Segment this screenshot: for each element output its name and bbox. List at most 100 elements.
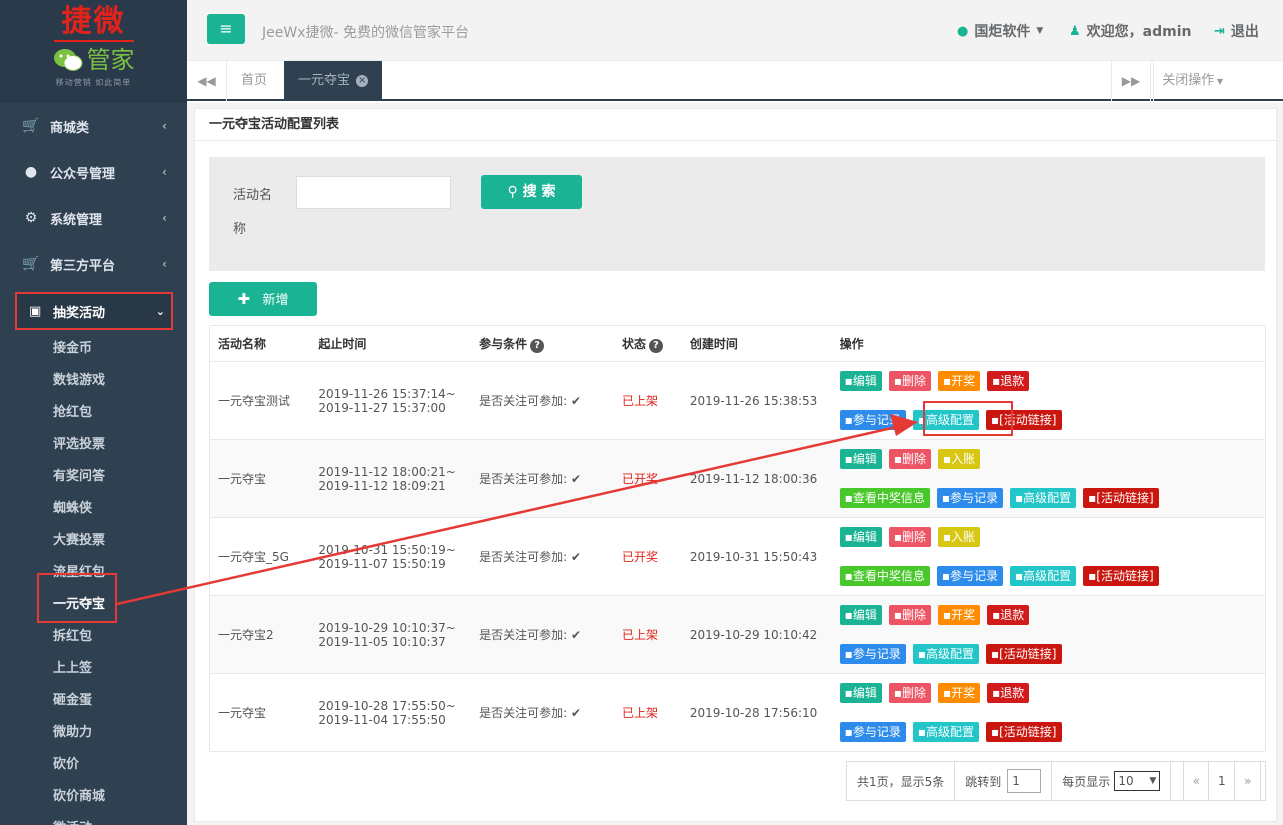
advanced-config-button[interactable]: ▪高级配置 [1009,566,1077,586]
delete-button[interactable]: ▪删除 [888,371,931,391]
delete-button[interactable]: ▪删除 [888,449,931,469]
annotation-highlight-box [923,401,1013,436]
refund-button[interactable]: ▪退款 [987,371,1030,391]
winners-button[interactable]: ▪查看中奖信息 [839,488,930,508]
edit-button[interactable]: ▪编辑 [839,527,882,547]
advanced-config-button[interactable]: ▪高级配置 [1009,488,1077,508]
per-page-label: 每页显示 [1062,774,1111,789]
sidebar-item[interactable]: 🛒 商城类 ‹ [0,103,187,149]
tab-active-label: 一元夺宝 [298,73,351,88]
add-button[interactable]: ✚ 新增 [209,282,317,316]
advanced-config-button[interactable]: ▪高级配置 [912,644,979,664]
menu-toggle-button[interactable]: ≡ [207,14,245,44]
cell-condition: 是否关注可参加: ✔ [471,673,614,752]
cogs-icon: ▪ [917,725,926,739]
close-tab-icon[interactable]: × [356,74,369,87]
records-button[interactable]: ▪参与记录 [839,644,906,664]
advanced-config-button[interactable]: ▪高级配置 [912,722,979,742]
jump-input[interactable]: 1 [1007,769,1042,793]
activity-link-button[interactable]: ▪[活动链接] [1083,488,1159,508]
edit-icon: ▪ [844,530,853,544]
close-operations-dropdown[interactable]: 关闭操作 ▼ [1153,61,1231,101]
table-row: 一元夺宝_5G 2019-10-31 15:50:19~ 2019-11-07 1… [209,517,1266,596]
tab-scroll-right-button[interactable]: ▶▶ [1111,61,1151,101]
sidebar-item-lottery[interactable]: ▣ 抽奖活动 ⌄ [15,292,173,330]
records-button[interactable]: ▪参与记录 [839,722,906,742]
sidebar-item[interactable]: ● 公众号管理 ‹ [0,149,187,195]
sidebar-subitem[interactable]: 砍价商城 [0,781,187,813]
edit-button[interactable]: ▪编辑 [839,371,882,391]
delete-button[interactable]: ▪删除 [888,605,931,625]
draw-button[interactable]: ▪开奖 [937,683,981,703]
refund-button[interactable]: ▪退款 [987,605,1030,625]
sidebar-subitem[interactable]: 抢红包 [0,397,187,429]
records-button[interactable]: ▪参与记录 [839,410,906,430]
edit-button-label: 编辑 [852,686,877,700]
activity-name: 一元夺宝 [218,472,267,486]
sidebar-subitem[interactable]: 微助力 [0,717,187,749]
account-button[interactable]: ▪入账 [937,527,981,547]
sidebar-subitem[interactable]: 评选投票 [0,429,187,461]
draw-button[interactable]: ▪开奖 [937,371,981,391]
column-header: 活动名称 [209,325,311,362]
status-label: 已开奖 [621,550,658,564]
edit-button-label: 编辑 [852,452,877,466]
sidebar-item[interactable]: 🛒 第三方平台 ‹ [0,241,187,287]
activity-link-button[interactable]: ▪[活动链接] [985,644,1062,664]
trash-icon: ▪ [893,608,902,622]
sidebar-subitem[interactable]: 数钱游戏 [0,365,187,397]
sidebar-subitem[interactable]: 微活动 [0,813,187,825]
page-button[interactable]: 1 [1209,762,1236,800]
hamburger-icon: ≡ [219,19,233,38]
tab-active[interactable]: 一元夺宝 × [284,61,383,101]
sidebar-subitem[interactable]: 砸金蛋 [0,685,187,717]
sidebar-item[interactable]: ⚙ 系统管理 ‹ [0,195,187,241]
end-time: 2019-11-07 15:50:19 [318,556,446,571]
nav-list: 🛒 商城类 ‹ ● 公众号管理 ‹ ⚙ 系统管理 ‹ 🛒 第三方平台 ‹ [0,103,187,287]
sidebar-subitem[interactable]: 砍价 [0,749,187,781]
edit-button[interactable]: ▪编辑 [839,683,882,703]
sidebar-subitem[interactable]: 拆红包 [0,621,187,653]
company-dropdown[interactable]: ● 国炬软件 ▼ [957,21,1043,41]
delete-button[interactable]: ▪删除 [888,683,931,703]
sidebar-subitem[interactable]: 上上签 [0,653,187,685]
records-button[interactable]: ▪参与记录 [936,488,1003,508]
next-page-button[interactable]: » [1235,762,1262,800]
sidebar-subitem[interactable]: 大赛投票 [0,525,187,557]
search-input[interactable] [296,176,451,209]
created-time: 2019-10-28 17:56:10 [689,705,818,720]
account-button[interactable]: ▪入账 [937,449,981,469]
delete-button[interactable]: ▪删除 [888,527,931,547]
per-page-select[interactable]: 10 ▼ [1114,771,1161,791]
refund-button-label: 退款 [1000,686,1025,700]
help-icon[interactable]: ? [530,338,545,353]
records-button[interactable]: ▪参与记录 [936,566,1003,586]
delete-button-label: 删除 [901,530,926,544]
sidebar-subitem[interactable]: 接金币 [0,333,187,365]
cell-status: 已上架 [613,673,682,752]
user-welcome[interactable]: ♟ 欢迎您，admin [1069,21,1191,41]
delete-button-label: 删除 [901,686,926,700]
search-button[interactable]: ⚲ 搜 索 [481,175,582,209]
help-icon[interactable]: ? [648,338,663,353]
logout-button[interactable]: ⇥ 退出 [1214,21,1259,41]
edit-button[interactable]: ▪编辑 [839,449,882,469]
activity-link-button[interactable]: ▪[活动链接] [985,722,1062,742]
per-page-value: 10 [1118,774,1134,788]
tab-home[interactable]: 首页 [227,61,281,101]
edit-button[interactable]: ▪编辑 [839,605,882,625]
prev-page-button[interactable]: « [1183,762,1210,800]
winners-button[interactable]: ▪查看中奖信息 [839,566,930,586]
condition-label: 是否关注可参加: [479,706,568,720]
sidebar-subitem[interactable]: 有奖问答 [0,461,187,493]
cell-time: 2019-11-26 15:37:14~ 2019-11-27 15:37:00 [310,361,472,440]
gavel-icon: ▪ [942,608,952,622]
draw-button[interactable]: ▪开奖 [937,605,981,625]
user-icon: ♟ [1069,23,1081,39]
created-time: 2019-10-29 10:10:42 [689,627,818,642]
activity-link-button[interactable]: ▪[活动链接] [1083,566,1159,586]
refund-button[interactable]: ▪退款 [987,683,1030,703]
tab-scroll-left-button[interactable]: ◀◀ [187,61,227,101]
sidebar-subitem[interactable]: 蜘蛛侠 [0,493,187,525]
refund-button-label: 退款 [1000,608,1025,622]
